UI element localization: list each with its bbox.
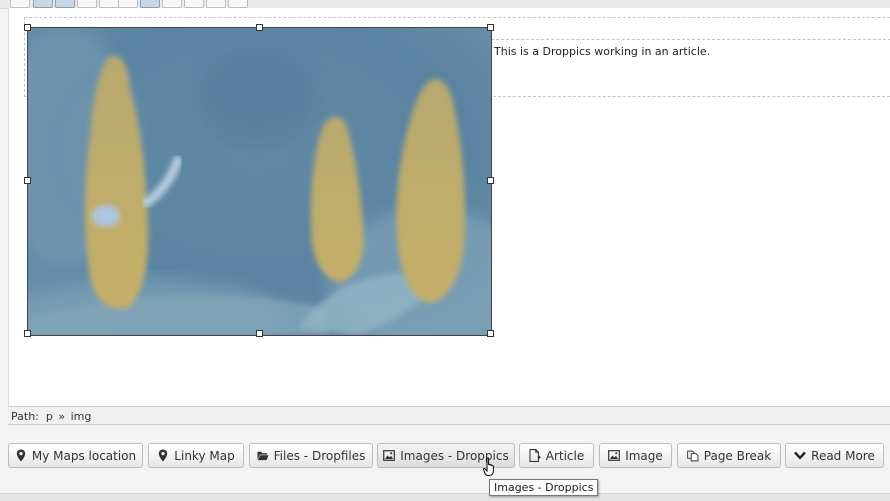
image-button[interactable]: Image	[599, 443, 672, 468]
read-more-button[interactable]: Read More	[785, 443, 884, 468]
resize-handle[interactable]	[487, 330, 494, 337]
path-item-p[interactable]: p	[46, 410, 53, 423]
map-marker-icon	[157, 449, 169, 462]
toolbar-button[interactable]	[55, 0, 75, 8]
toolbar-button[interactable]	[140, 0, 160, 8]
page-break-button[interactable]: Page Break	[677, 443, 781, 468]
files-dropfiles-button[interactable]: Files - Dropfiles	[249, 443, 373, 468]
chevron-down-icon	[794, 450, 807, 462]
path-label: Path:	[11, 410, 39, 423]
hand-cursor-icon	[483, 457, 497, 482]
toolbar-button[interactable]	[77, 0, 97, 8]
toolbar-button[interactable]	[99, 0, 119, 8]
toolbar-button[interactable]	[184, 0, 204, 8]
article-button[interactable]: Article	[519, 443, 594, 468]
button-label: Article	[545, 448, 585, 463]
resize-handle[interactable]	[24, 177, 31, 184]
toolbar-button[interactable]	[33, 0, 53, 8]
map-marker-icon	[15, 449, 27, 462]
editor-content-area[interactable]: This is a Droppics working in an article…	[8, 8, 890, 406]
toolbar-button[interactable]	[10, 0, 30, 8]
folder-open-icon	[257, 450, 269, 462]
copy-icon	[686, 450, 699, 462]
path-separator: »	[58, 410, 66, 423]
picture-icon	[383, 450, 396, 462]
paragraph-divider	[491, 39, 890, 40]
button-tooltip: Images - Droppics	[489, 479, 599, 496]
button-label: Image	[625, 448, 663, 463]
resize-handle[interactable]	[487, 24, 494, 31]
my-maps-location-button[interactable]: My Maps location	[8, 443, 143, 468]
picture-icon	[608, 450, 621, 462]
toolbar-button[interactable]	[118, 0, 138, 8]
toolbar-button[interactable]	[206, 0, 226, 8]
path-item-img[interactable]: img	[71, 410, 92, 423]
button-label: Files - Dropfiles	[273, 448, 366, 463]
paragraph-text[interactable]: This is a Droppics working in an article…	[494, 45, 710, 58]
button-label: Linky Map	[174, 448, 235, 463]
resize-handle[interactable]	[256, 24, 263, 31]
flower-photo	[28, 28, 491, 335]
button-label: Read More	[811, 448, 875, 463]
selected-image[interactable]	[27, 27, 492, 336]
resize-handle[interactable]	[487, 177, 494, 184]
linky-map-button[interactable]: Linky Map	[148, 443, 244, 468]
resize-handle[interactable]	[256, 330, 263, 337]
button-label: Page Break	[703, 448, 772, 463]
file-add-icon	[529, 449, 541, 462]
status-path-bar: Path: p » img	[8, 406, 890, 425]
resize-handle[interactable]	[24, 24, 31, 31]
toolbar-button[interactable]	[228, 0, 248, 8]
button-label: My Maps location	[31, 448, 137, 463]
resize-handle[interactable]	[24, 330, 31, 337]
toolbar-button[interactable]	[162, 0, 182, 8]
